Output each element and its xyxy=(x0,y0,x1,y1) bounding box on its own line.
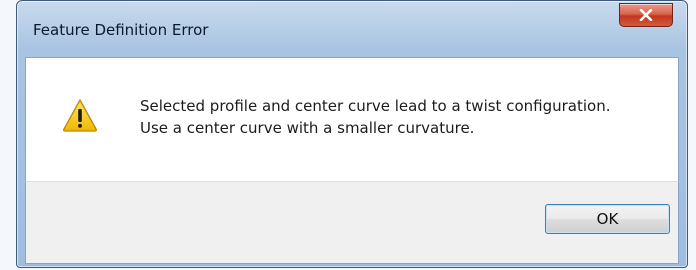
ok-button[interactable]: OK xyxy=(545,204,670,234)
message-line-2: Use a center curve with a smaller curvat… xyxy=(140,119,475,137)
error-message: Selected profile and center curve lead t… xyxy=(140,95,610,139)
dialog-title: Feature Definition Error xyxy=(33,21,209,39)
title-bar[interactable]: Feature Definition Error xyxy=(17,1,687,57)
close-icon xyxy=(639,9,653,21)
warning-icon xyxy=(62,98,98,132)
close-button[interactable] xyxy=(619,3,673,27)
error-dialog: Feature Definition Error Selected profil… xyxy=(16,0,688,268)
message-area: Selected profile and center curve lead t… xyxy=(25,57,679,182)
message-line-1: Selected profile and center curve lead t… xyxy=(140,97,611,115)
button-bar: OK xyxy=(25,181,679,264)
